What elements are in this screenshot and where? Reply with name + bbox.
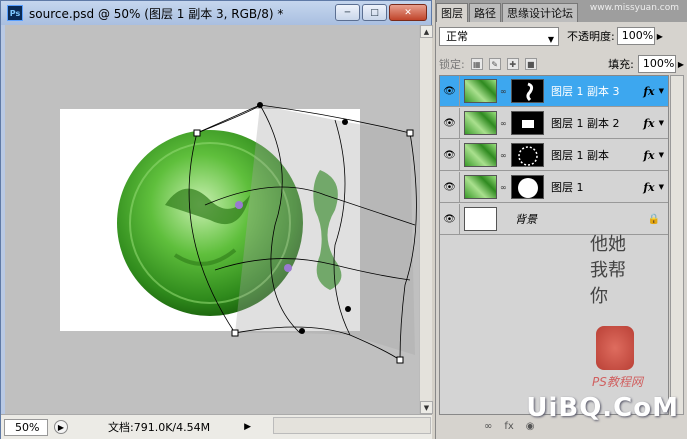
- layer-mask-thumbnail[interactable]: [511, 79, 544, 103]
- eye-icon[interactable]: 👁: [440, 203, 460, 235]
- fill-arrow-icon[interactable]: ▶: [678, 60, 684, 69]
- layer-row[interactable]: 👁 ∞ 图层 1 fx ▼: [440, 171, 668, 203]
- layers-panel: 图层 路径 思缘设计论坛 www.missyuan.com 正常 不透明度: 1…: [435, 0, 687, 439]
- fx-expand-arrow-icon[interactable]: ▼: [659, 87, 664, 95]
- layer-thumbnail: [464, 111, 497, 135]
- layer-name: 背景: [515, 213, 537, 226]
- layer-name: 图层 1 副本 2: [551, 117, 620, 130]
- lock-transparency-icon[interactable]: ▦: [470, 58, 483, 70]
- ps-tutorial-watermark: PS教程网: [592, 375, 643, 389]
- layer-row[interactable]: 👁 ∞ 图层 1 副本 fx ▼: [440, 139, 668, 171]
- eye-icon[interactable]: 👁: [440, 171, 460, 203]
- photoshop-app-icon: Ps: [7, 5, 23, 21]
- lock-image-icon[interactable]: ✎: [488, 58, 501, 70]
- fx-expand-arrow-icon[interactable]: ▼: [659, 151, 664, 159]
- vertical-scrollbar[interactable]: ▲ ▼: [419, 25, 433, 414]
- close-button[interactable]: ✕: [389, 4, 427, 21]
- lock-icon: 🔒: [647, 213, 660, 225]
- layer-thumbnail: [464, 143, 497, 167]
- link-icon[interactable]: ∞: [500, 87, 509, 96]
- lock-row: 锁定: ▦ ✎ ✚ ■ 填充: 100% ▶: [439, 55, 684, 73]
- lock-all-icon[interactable]: ■: [524, 58, 537, 70]
- scroll-up-arrow-icon[interactable]: ▲: [420, 25, 433, 38]
- zoom-level-field[interactable]: 50%: [4, 418, 48, 436]
- layer-row[interactable]: 👁 ∞ 图层 1 副本 2 fx ▼: [440, 107, 668, 139]
- document-titlebar[interactable]: Ps source.psd @ 50% (图层 1 副本 3, RGB/8) *…: [1, 1, 431, 25]
- eye-icon[interactable]: 👁: [440, 107, 460, 139]
- fx-expand-arrow-icon[interactable]: ▼: [659, 183, 664, 191]
- restore-icon: □: [370, 7, 379, 18]
- canvas-area[interactable]: [5, 25, 419, 414]
- fx-icon[interactable]: fx: [643, 181, 654, 194]
- document-title: source.psd @ 50% (图层 1 副本 3, RGB/8) *: [29, 6, 284, 21]
- opacity-arrow-icon[interactable]: ▶: [657, 32, 663, 41]
- opacity-field[interactable]: 100%: [616, 27, 655, 45]
- layer-row[interactable]: 👁 ∞ 图层 1 副本 3 fx ▼: [440, 75, 668, 107]
- link-layers-icon[interactable]: ∞: [484, 421, 492, 432]
- fx-icon[interactable]: fx: [643, 149, 654, 162]
- layer-thumbnail: [464, 207, 497, 231]
- tab-paths[interactable]: 路径: [469, 3, 501, 22]
- layer-name: 图层 1 副本 3: [551, 85, 620, 98]
- lock-label: 锁定:: [439, 58, 465, 71]
- lock-position-icon[interactable]: ✚: [506, 58, 519, 70]
- layer-name: 图层 1: [551, 181, 584, 194]
- canvas-artwork[interactable]: [5, 25, 419, 414]
- fill-label: 填充:: [608, 58, 634, 71]
- layer-thumbnail: [464, 79, 497, 103]
- restore-button[interactable]: □: [362, 4, 387, 21]
- fx-icon[interactable]: fx: [643, 85, 654, 98]
- layer-mask-thumbnail[interactable]: [511, 143, 544, 167]
- layer-name: 图层 1 副本: [551, 149, 609, 162]
- red-seal-stamp: [596, 326, 634, 370]
- minimize-button[interactable]: ─: [335, 4, 360, 21]
- opacity-label: 不透明度:: [567, 30, 615, 43]
- fx-expand-arrow-icon[interactable]: ▼: [659, 119, 664, 127]
- blend-row: 正常 不透明度: 100% ▶: [439, 26, 684, 48]
- panel-tabs: 图层 路径 思缘设计论坛 www.missyuan.com: [436, 0, 687, 22]
- layer-thumbnail: [464, 175, 497, 199]
- fx-icon[interactable]: fx: [643, 117, 654, 130]
- watermark-top: www.missyuan.com: [589, 3, 679, 13]
- fill-field[interactable]: 100%: [637, 55, 676, 73]
- document-window: Ps source.psd @ 50% (图层 1 副本 3, RGB/8) *…: [0, 0, 433, 439]
- add-style-icon[interactable]: fx: [504, 421, 513, 432]
- link-icon[interactable]: ∞: [500, 151, 509, 160]
- eye-icon[interactable]: 👁: [440, 139, 460, 171]
- layer-mask-thumbnail[interactable]: [511, 111, 544, 135]
- layers-scrollbar[interactable]: [670, 75, 684, 415]
- tab-layers[interactable]: 图层: [436, 3, 468, 22]
- eye-icon[interactable]: 👁: [440, 75, 460, 107]
- horizontal-scrollbar[interactable]: [273, 417, 431, 434]
- status-menu-arrow-icon[interactable]: ▶: [244, 422, 251, 432]
- document-size-info: 文档:791.0K/4.54M: [108, 421, 211, 434]
- link-icon[interactable]: ∞: [500, 183, 509, 192]
- link-icon[interactable]: ∞: [500, 119, 509, 128]
- minimize-icon: ─: [344, 7, 351, 18]
- blend-mode-select[interactable]: 正常: [439, 26, 559, 48]
- tab-forum[interactable]: 思缘设计论坛: [502, 3, 578, 22]
- layer-row[interactable]: 👁 背景 🔒: [440, 203, 668, 235]
- navigator-icon[interactable]: ▶: [54, 420, 68, 434]
- scroll-down-arrow-icon[interactable]: ▼: [420, 401, 433, 414]
- layer-mask-thumbnail[interactable]: [511, 175, 544, 199]
- watermark-bottom: UiBQ.CoM: [526, 393, 679, 423]
- close-icon: ✕: [404, 7, 412, 18]
- warp-shadow: [235, 105, 415, 355]
